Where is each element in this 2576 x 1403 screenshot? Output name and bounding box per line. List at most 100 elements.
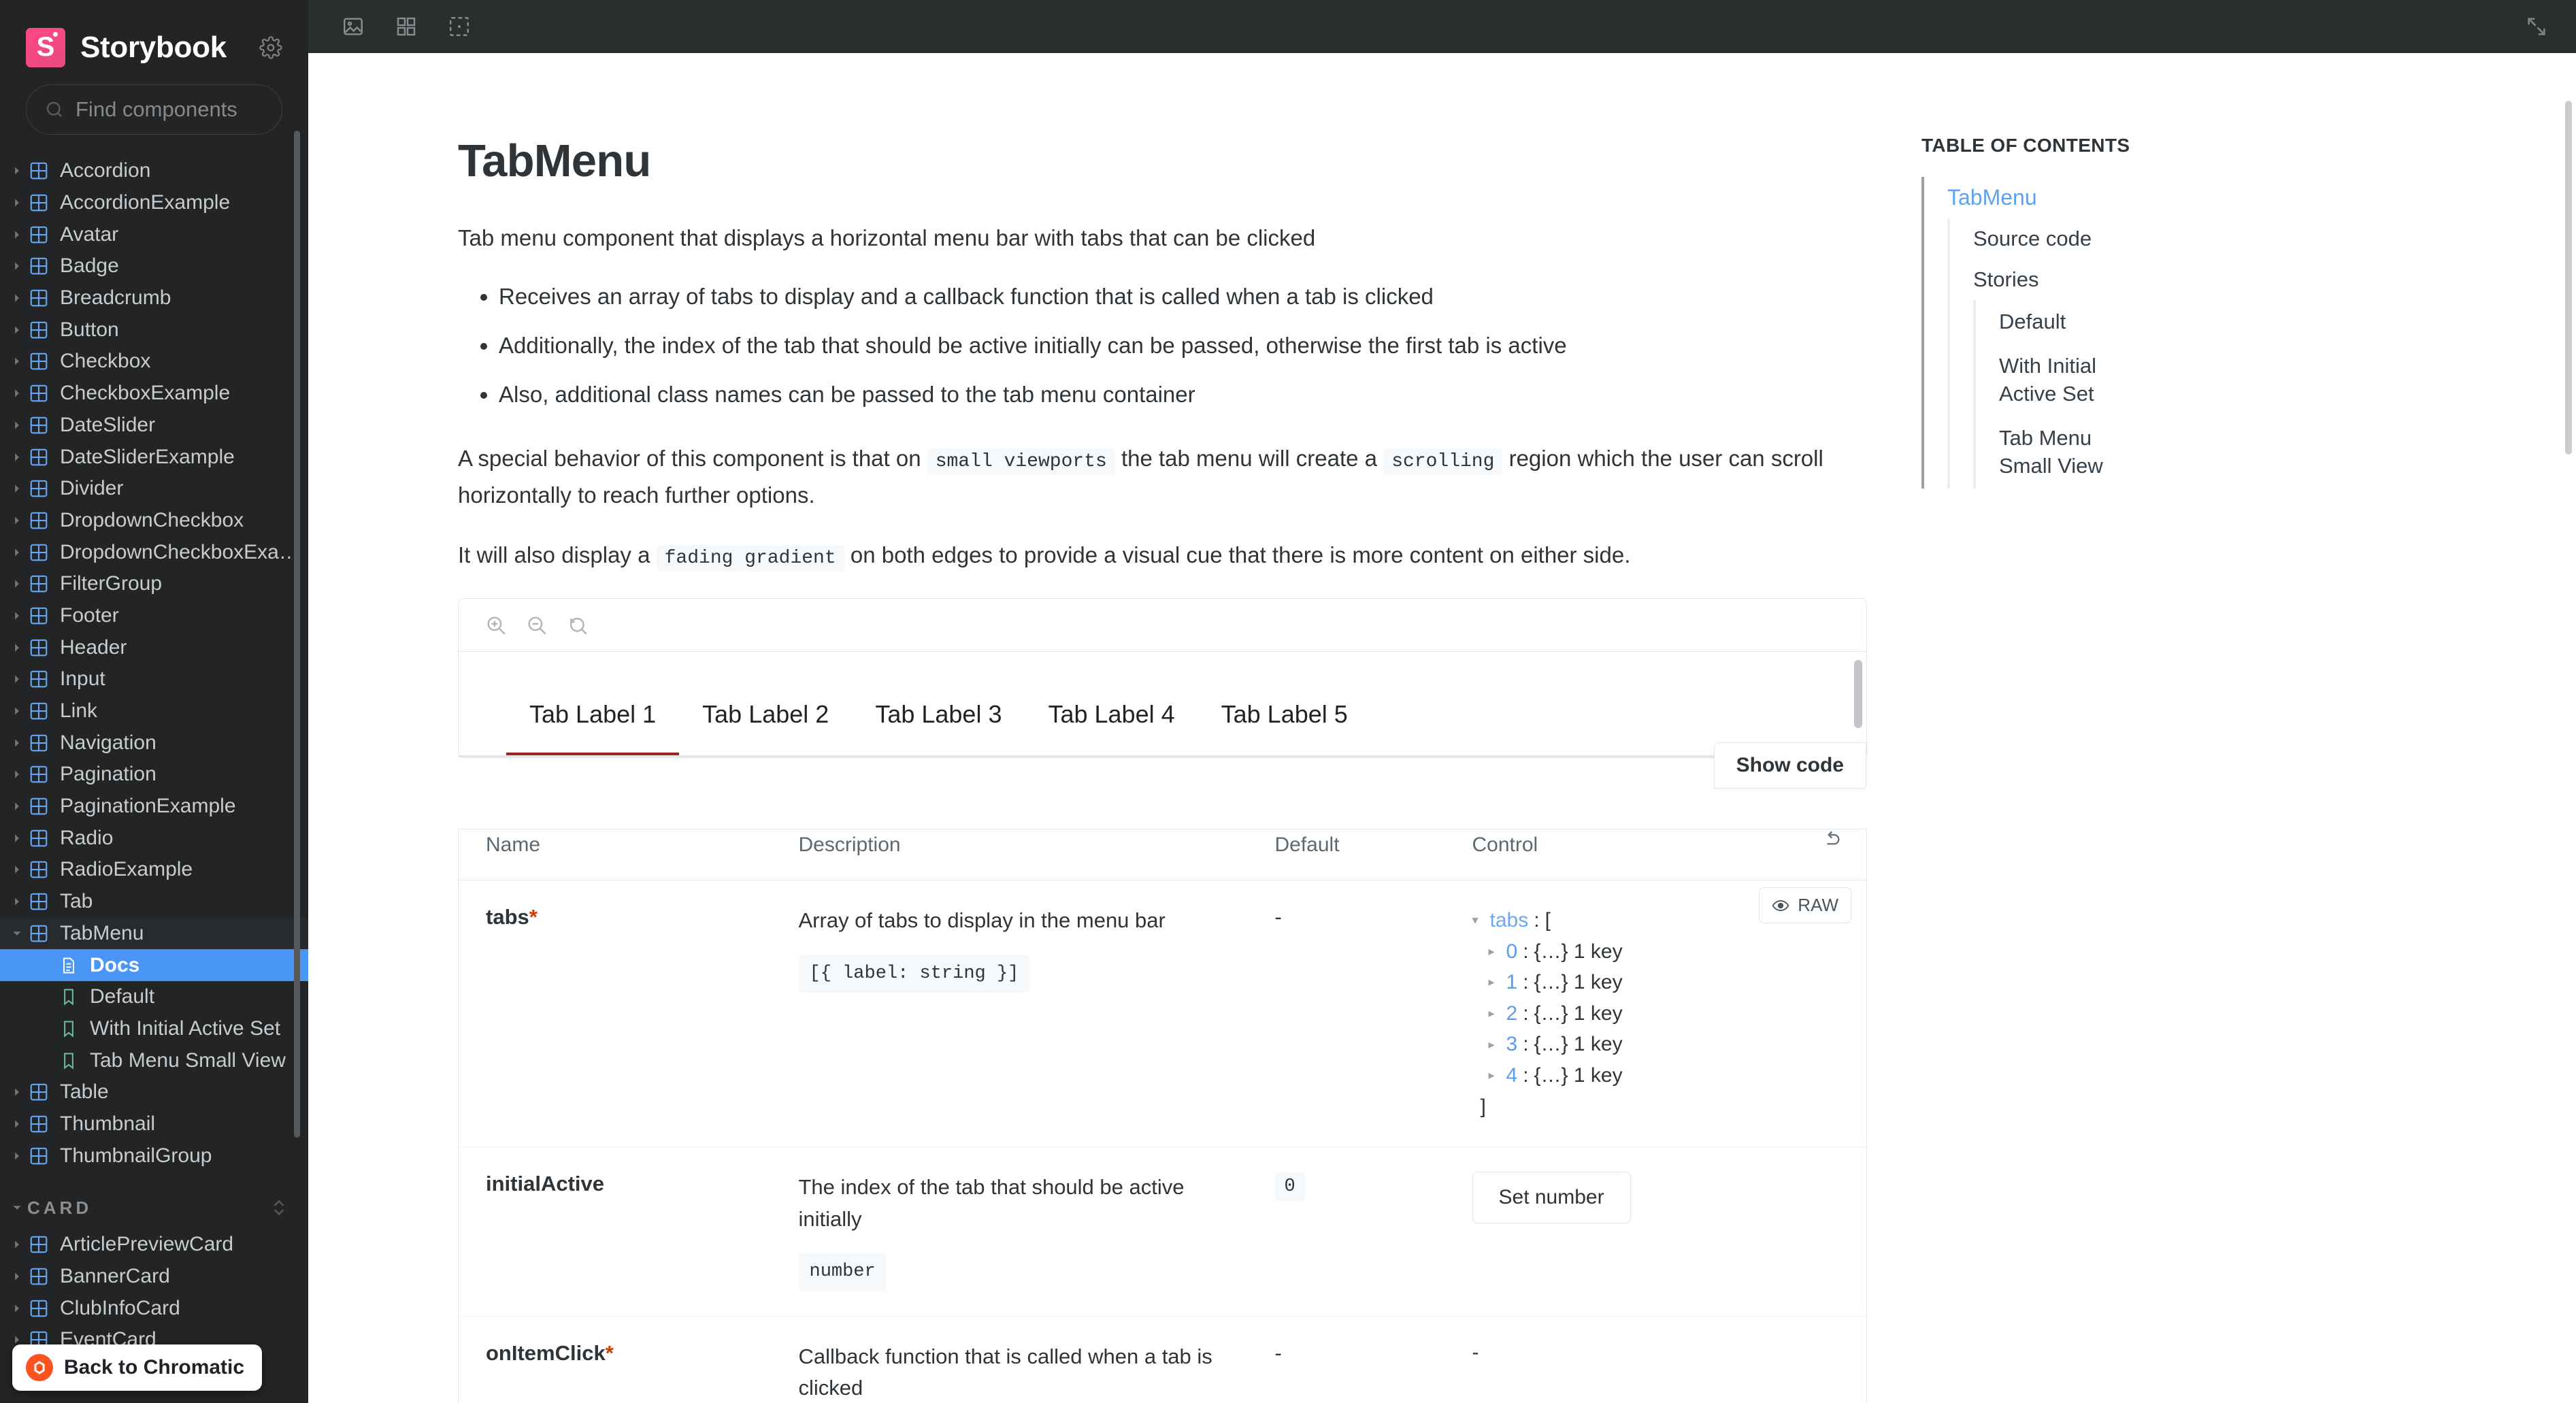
sidebar-item-badge[interactable]: Badge <box>0 250 308 282</box>
json-entry[interactable]: ▸ 2: {…} 1 key <box>1472 998 1867 1029</box>
caret-icon[interactable] <box>7 484 27 493</box>
caret-icon[interactable] <box>7 293 27 303</box>
caret-icon[interactable] <box>7 230 27 240</box>
sidebar-item-docs[interactable]: Docs <box>0 949 308 981</box>
sidebar-item-link[interactable]: Link <box>0 695 308 727</box>
reset-icon[interactable] <box>1785 829 1867 881</box>
zoom-reset-icon[interactable] <box>566 614 589 637</box>
sidebar-item-clubinfocard[interactable]: ClubInfoCard <box>0 1292 308 1324</box>
sidebar-item-radio[interactable]: Radio <box>0 822 308 854</box>
sidebar-item-navigation[interactable]: Navigation <box>0 727 308 759</box>
sidebar-item-radioexample[interactable]: RadioExample <box>0 854 308 886</box>
json-entry[interactable]: ▸ 0: {…} 1 key <box>1472 936 1867 968</box>
caret-icon[interactable] <box>7 1335 27 1344</box>
search-input[interactable] <box>65 97 308 122</box>
sidebar-item-paginationexample[interactable]: PaginationExample <box>0 791 308 823</box>
caret-icon[interactable] <box>7 770 27 779</box>
caret-icon[interactable] <box>7 516 27 525</box>
caret-icon[interactable] <box>7 452 27 462</box>
tab-1[interactable]: Tab Label 1 <box>506 652 680 758</box>
sidebar-item-input[interactable]: Input <box>0 663 308 695</box>
caret-icon[interactable] <box>7 1119 27 1129</box>
grid-icon[interactable] <box>387 7 425 46</box>
caret-icon[interactable] <box>7 1151 27 1161</box>
caret-icon[interactable] <box>7 706 27 716</box>
preview-scrollbar[interactable] <box>1854 660 1862 729</box>
zoom-in-icon[interactable] <box>484 614 508 637</box>
sidebar-item-button[interactable]: Button <box>0 314 308 346</box>
sidebar-item-filtergroup[interactable]: FilterGroup <box>0 568 308 600</box>
caret-icon[interactable] <box>7 198 27 208</box>
tab-5[interactable]: Tab Label 5 <box>1198 652 1371 757</box>
raw-toggle-button[interactable]: RAW <box>1759 887 1851 924</box>
tab-2[interactable]: Tab Label 2 <box>679 652 852 757</box>
sidebar-item-default[interactable]: Default <box>0 981 308 1013</box>
sidebar-section-card[interactable]: CARD <box>0 1187 308 1229</box>
zoom-out-icon[interactable] <box>525 614 548 637</box>
tab-3[interactable]: Tab Label 3 <box>852 652 1025 757</box>
caret-icon[interactable] <box>7 897 27 906</box>
sidebar-item-thumbnailgroup[interactable]: ThumbnailGroup <box>0 1140 308 1172</box>
caret-icon[interactable] <box>7 166 27 176</box>
caret-icon[interactable] <box>7 929 27 938</box>
caret-icon[interactable] <box>7 1087 27 1097</box>
sidebar-item-checkbox[interactable]: Checkbox <box>0 346 308 378</box>
caret-icon[interactable] <box>7 611 27 621</box>
sidebar-item-checkboxexample[interactable]: CheckboxExample <box>0 378 308 410</box>
control-button[interactable]: Set number <box>1472 1172 1631 1224</box>
sidebar-item-tab-menu-small-view[interactable]: Tab Menu Small View <box>0 1044 308 1076</box>
sidebar-item-datesliderexample[interactable]: DateSliderExample <box>0 441 308 473</box>
sidebar-item-articlepreviewcard[interactable]: ArticlePreviewCard <box>0 1229 308 1261</box>
toc-item-root[interactable]: TabMenu <box>1924 177 2576 218</box>
sidebar-item-with-initial-active-set[interactable]: With Initial Active Set <box>0 1013 308 1045</box>
caret-icon[interactable] <box>7 357 27 366</box>
tab-4[interactable]: Tab Label 4 <box>1025 652 1198 757</box>
caret-icon[interactable] <box>7 1240 27 1249</box>
sidebar-item-bannercard[interactable]: BannerCard <box>0 1261 308 1293</box>
caret-icon[interactable] <box>7 833 27 843</box>
toc-item-source-code[interactable]: Source code <box>1950 218 2576 259</box>
toc-item-tab-menu-small-view[interactable]: Tab Menu Small View <box>1976 416 2112 489</box>
sidebar-item-accordion[interactable]: Accordion <box>0 155 308 187</box>
caret-icon[interactable] <box>7 420 27 430</box>
caret-icon[interactable] <box>7 548 27 557</box>
caret-icon[interactable] <box>7 389 27 398</box>
json-entry[interactable]: ▸ 3: {…} 1 key <box>1472 1029 1867 1060</box>
sidebar-item-dropdowncheckboxexample[interactable]: DropdownCheckboxExample <box>0 536 308 568</box>
show-code-button[interactable]: Show code <box>1713 742 1866 789</box>
sidebar-item-thumbnail[interactable]: Thumbnail <box>0 1108 308 1140</box>
caret-icon[interactable] <box>7 325 27 335</box>
caret-icon[interactable] <box>7 674 27 684</box>
sidebar-item-avatar[interactable]: Avatar <box>0 218 308 250</box>
sidebar-item-divider[interactable]: Divider <box>0 473 308 505</box>
focus-icon[interactable] <box>440 7 478 46</box>
toc-item-default[interactable]: Default <box>1976 300 2576 344</box>
caret-icon[interactable] <box>7 1304 27 1313</box>
toc-item-stories[interactable]: Stories <box>1950 259 2576 300</box>
sidebar-item-tab[interactable]: Tab <box>0 886 308 918</box>
caret-icon[interactable] <box>7 261 27 271</box>
toc-item-with-initial-active-set[interactable]: With Initial Active Set <box>1976 344 2112 416</box>
json-entry[interactable]: ▸ 1: {…} 1 key <box>1472 967 1867 998</box>
caret-icon[interactable] <box>7 738 27 748</box>
sidebar-item-tabmenu[interactable]: TabMenu <box>0 917 308 950</box>
sidebar-item-table[interactable]: Table <box>0 1076 308 1108</box>
sidebar-item-header[interactable]: Header <box>0 631 308 663</box>
json-entry[interactable]: ▸ 4: {…} 1 key <box>1472 1060 1867 1091</box>
caret-icon[interactable] <box>7 1203 27 1212</box>
fullscreen-icon[interactable] <box>2517 7 2556 46</box>
sidebar-item-accordionexample[interactable]: AccordionExample <box>0 187 308 219</box>
caret-icon[interactable] <box>7 1272 27 1281</box>
caret-icon[interactable] <box>7 643 27 653</box>
page-scrollbar[interactable] <box>2565 101 2572 455</box>
gear-icon[interactable] <box>259 36 282 59</box>
caret-icon[interactable] <box>7 865 27 874</box>
caret-icon[interactable] <box>7 579 27 589</box>
sort-icon[interactable] <box>270 1197 288 1219</box>
sidebar-scrollbar[interactable] <box>294 131 300 1138</box>
sidebar-item-breadcrumb[interactable]: Breadcrumb <box>0 282 308 314</box>
sidebar-item-dropdowncheckbox[interactable]: DropdownCheckbox <box>0 505 308 537</box>
search-box[interactable]: / <box>26 84 308 135</box>
sidebar-item-dateslider[interactable]: DateSlider <box>0 410 308 442</box>
sidebar-item-footer[interactable]: Footer <box>0 600 308 632</box>
